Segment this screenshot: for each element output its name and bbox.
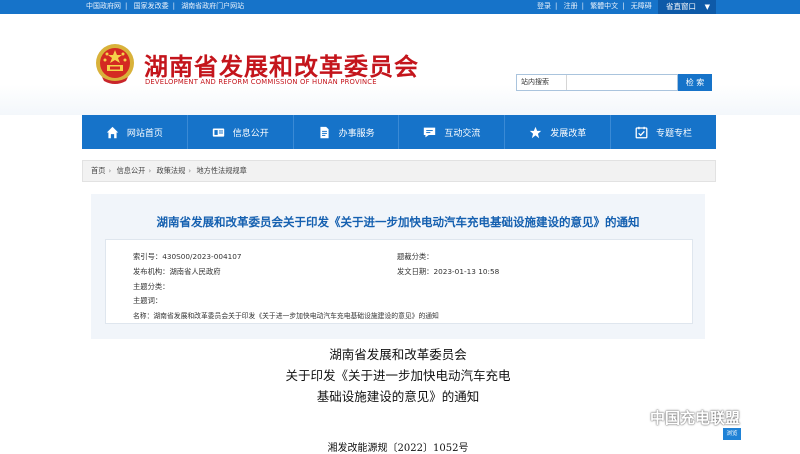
checklist-icon <box>635 126 648 138</box>
document-number: 湘发改能源规〔2022〕1052号 <box>327 443 469 454</box>
register-link[interactable]: 注册 <box>564 2 578 10</box>
meta-index-value: 430S00/2023-004107 <box>162 252 242 261</box>
article-title: 湖南省发展和改革委员会关于印发《关于进一步加快电动汽车充电基础设施建设的意见》的… <box>156 215 640 229</box>
doc-heading-line: 湖南省发展和改革委员会 <box>329 347 467 362</box>
meta-keywords-label: 主题词： <box>133 296 163 305</box>
top-links-left: 中国政府网 | 国家发改委 | 湖南省政府门户网站 <box>86 2 245 10</box>
meta-name-value: 湖南省发展和改革委员会关于印发《关于进一步加快电动汽车充电基础设施建设的意见》的… <box>153 312 439 320</box>
national-emblem-icon <box>96 44 134 84</box>
main-nav: 网站首页 信息公开 办事服务 互动交流 发展改革 专题专栏 <box>82 115 716 149</box>
meta-index-label: 索引号： <box>133 252 163 261</box>
portal-dropdown-label: 省直窗口 <box>666 2 696 11</box>
watermark-text: 中国充电联盟 <box>650 408 741 427</box>
site-subtitle: DEVELOPMENT AND REFORM COMMISSION OF HUN… <box>145 78 377 86</box>
link-gov-cn[interactable]: 中国政府网 <box>86 2 121 10</box>
nav-item-services[interactable]: 办事服务 <box>294 115 400 149</box>
meta-topic-class-label: 主题分类： <box>133 282 170 291</box>
meta-publisher: 发布机构：湖南省人民政府 <box>133 267 221 277</box>
link-ndrc[interactable]: 国家发改委 <box>134 2 169 10</box>
meta-keywords: 主题词： <box>133 296 162 306</box>
nav-item-label: 互动交流 <box>444 128 481 139</box>
login-link[interactable]: 登录 <box>537 2 551 10</box>
nav-item-info-disclosure[interactable]: 信息公开 <box>188 115 294 149</box>
breadcrumb-info-disclosure[interactable]: 信息公开 <box>117 166 146 175</box>
wechat-icon <box>622 408 643 425</box>
search-input[interactable] <box>569 76 675 89</box>
article-header: 湖南省发展和改革委员会关于印发《关于进一步加快电动汽车充电基础设施建设的意见》的… <box>91 194 705 339</box>
meta-name: 名称：湖南省发展和改革委员会关于印发《关于进一步加快电动汽车充电基础设施建设的意… <box>133 310 439 320</box>
traditional-chinese-link[interactable]: 繁體中文 <box>590 2 618 10</box>
site-title[interactable]: 湖南省发展和改革委员会 <box>144 47 419 82</box>
watermark: 中国充电联盟 <box>622 405 740 429</box>
nav-item-label: 网站首页 <box>126 128 163 139</box>
nav-item-label: 办事服务 <box>338 128 375 139</box>
nav-item-home[interactable]: 网站首页 <box>82 115 188 149</box>
meta-index: 索引号：430S00/2023-004107 <box>133 252 242 262</box>
document-icon <box>320 126 329 138</box>
meta-category: 题裁分类： <box>397 252 433 262</box>
meta-name-label: 名称： <box>133 312 154 320</box>
meta-category-label: 题裁分类： <box>397 252 434 261</box>
article: 湖南省发展和改革委员会关于印发《关于进一步加快电动汽车充电基础设施建设的意见》的… <box>91 194 705 454</box>
accessibility-link[interactable]: 无障碍 <box>631 2 652 10</box>
nav-item-label: 专题专栏 <box>656 128 693 139</box>
doc-heading-line: 关于印发《关于进一步加快电动汽车充电 <box>285 368 511 383</box>
nav-item-label: 信息公开 <box>232 128 269 139</box>
link-hunan-portal[interactable]: 湖南省政府门户网站 <box>181 2 244 10</box>
nav-item-special-topics[interactable]: 专题专栏 <box>611 115 716 149</box>
breadcrumb-local-regulations[interactable]: 地方性法规规章 <box>196 166 246 175</box>
nav-item-development-reform[interactable]: 发展改革 <box>505 115 612 149</box>
top-bar: 中国政府网 | 国家发改委 | 湖南省政府门户网站 登录 | 注册 | 繁體中文 | 无障… <box>0 0 800 14</box>
nav-item-interaction[interactable]: 互动交流 <box>399 115 506 149</box>
site-header: 湖南省发展和改革委员会 DEVELOPMENT AND REFORM COMMI… <box>0 14 800 115</box>
meta-publisher-label: 发布机构： <box>133 267 170 276</box>
star-icon <box>530 126 542 138</box>
doc-heading-line: 基础设施建设的意见》的通知 <box>316 389 480 404</box>
breadcrumb-home[interactable]: 首页 <box>91 166 105 175</box>
breadcrumb: 首页 › 信息公开 › 政策法规 › 地方性法规规章 <box>82 160 716 182</box>
search-scope-select[interactable]: 站内搜索 <box>517 75 567 90</box>
meta-date: 发文日期：2023-01-13 10:58 <box>397 267 499 277</box>
info-card-icon <box>212 127 224 137</box>
meta-date-value: 2023-01-13 10:58 <box>433 267 500 276</box>
nav-item-label: 发展改革 <box>550 128 587 139</box>
top-links-right: 登录 | 注册 | 繁體中文 | 无障碍 <box>537 2 652 10</box>
search-box: 站内搜索 <box>516 74 678 91</box>
home-icon <box>106 126 119 138</box>
metadata-table: 索引号：430S00/2023-004107 题裁分类： 发布机构：湖南省人民政… <box>105 239 693 324</box>
meta-publisher-value: 湖南省人民政府 <box>169 267 221 276</box>
meta-topic-class: 主题分类： <box>133 282 169 292</box>
breadcrumb-policies[interactable]: 政策法规 <box>157 166 186 175</box>
meta-date-label: 发文日期： <box>397 267 434 276</box>
document-heading: 湖南省发展和改革委员会 关于印发《关于进一步加快电动汽车充电 基础设施建设的意见… <box>91 344 705 407</box>
caret-down-icon: ▼ <box>704 3 710 11</box>
watermark-badge: 浏览 <box>723 428 741 440</box>
portal-dropdown[interactable]: 省直窗口 ▼ <box>658 0 716 14</box>
chat-icon <box>424 127 436 137</box>
search-button[interactable]: 检 索 <box>678 74 712 91</box>
